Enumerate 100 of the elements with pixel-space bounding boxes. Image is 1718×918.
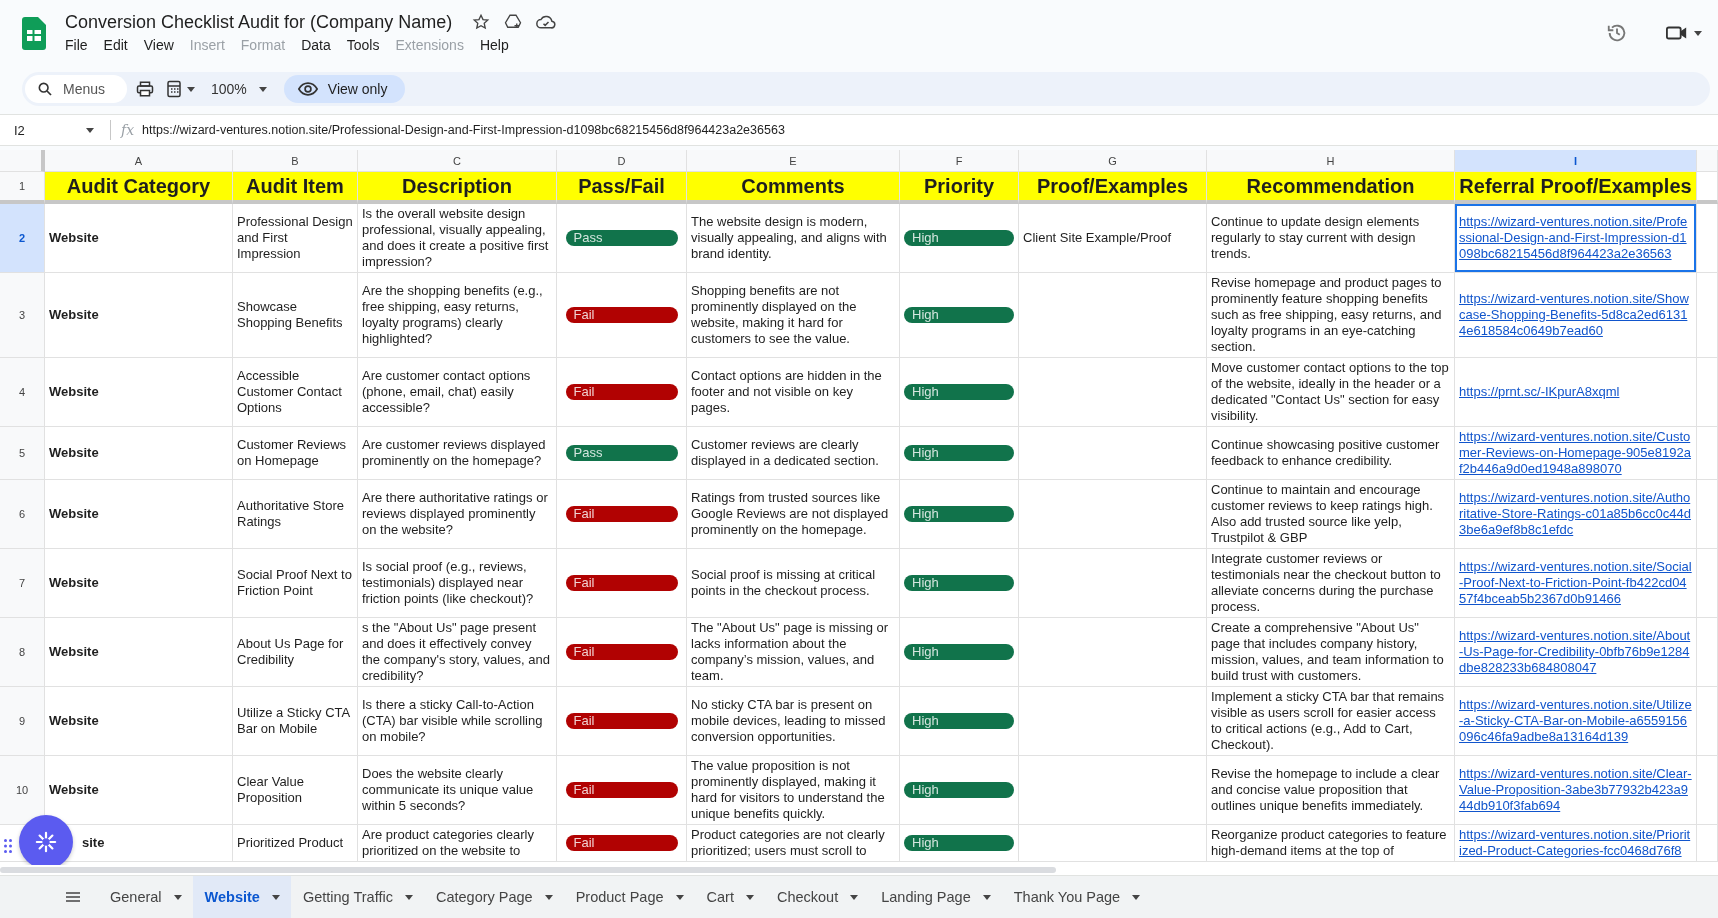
star-icon[interactable] [472, 13, 491, 31]
status-chip[interactable]: High [904, 575, 1014, 591]
status-chip[interactable]: High [904, 384, 1014, 400]
row-header[interactable]: 9 [0, 687, 45, 756]
zoom-dropdown[interactable]: 100% [208, 77, 270, 101]
column-title: Audit Category [45, 172, 233, 204]
column-header[interactable]: B [233, 150, 358, 172]
column-header[interactable]: F [900, 150, 1019, 172]
sheet-tab[interactable]: Cart [694, 876, 765, 918]
link[interactable]: https://prnt.sc/-IKpurA8xqml [1459, 384, 1620, 400]
row-header[interactable]: 1 [0, 172, 45, 204]
menu-item[interactable]: Data [301, 34, 338, 55]
table-cell-text: Customer reviews are clearly displayed in a dedicated section. [691, 437, 880, 469]
link-cell[interactable]: https://wizard-ventures.notion.site/Showcase-Shopping-Benefits-5d8ca2ed61314e618584c0649b7ead60 [1455, 273, 1697, 358]
status-chip[interactable]: Fail [565, 782, 678, 798]
menu-item[interactable]: Edit [103, 34, 135, 55]
cloud-done-icon[interactable] [536, 13, 557, 31]
table-cell-text: The "About Us" page is missing or lacks information about the company’s mission, values, and team. [691, 620, 890, 684]
link[interactable]: https://wizard-ventures.notion.site/Clear-Value-Proposition-3abe3b77932b423a944db910f3fab694 [1459, 766, 1692, 814]
status-chip[interactable]: High [904, 506, 1014, 522]
table-cell-text: s the "About Us" page present and does it effectively convey the company's story, values, and credibility? [362, 620, 551, 684]
sheet-tab[interactable]: Landing Page [869, 876, 1002, 918]
table-cell-text: Reorganize product categories to feature high-demand items at the top of [1211, 827, 1448, 859]
status-chip[interactable]: High [904, 713, 1014, 729]
table-cell: Website [49, 644, 99, 660]
status-chip[interactable]: High [904, 782, 1014, 798]
menu-item[interactable]: Help [479, 34, 516, 55]
row-header[interactable]: 7 [0, 549, 45, 618]
view-only-button[interactable]: View only [283, 75, 406, 103]
table-cell-text: Create a comprehensive "About Us" page that includes company history, mission, values, and team information to build trust with customers. [1211, 620, 1445, 684]
sheet-tab[interactable]: Website [192, 876, 291, 918]
link-cell[interactable]: https://wizard-ventures.notion.site/Utilize-a-Sticky-CTA-Bar-on-Mobile-a6559156096c46fa9adbe8a13164d139 [1455, 687, 1697, 756]
table-cell-text: Revise homepage and product pages to prominently feature shopping benefits such as free shipping, easy returns, and loyalty programs in an eye-catching section. [1211, 275, 1443, 355]
drive-add-icon[interactable] [504, 13, 523, 31]
caret-icon [982, 894, 991, 900]
sheet-tab[interactable]: Category Page [423, 876, 564, 918]
row-header[interactable]: 5 [0, 427, 45, 480]
status-chip[interactable]: Fail [565, 644, 678, 660]
row-header[interactable]: 6 [0, 480, 45, 549]
row-header[interactable]: 2 [0, 204, 45, 273]
link-cell[interactable]: https://wizard-ventures.notion.site/About-Us-Page-for-Credibility-0bfb76b9e1284dbe828233b684808047 [1455, 618, 1697, 687]
status-chip[interactable]: Fail [565, 384, 678, 400]
link-cell[interactable]: https://wizard-ventures.notion.site/Clear-Value-Proposition-3abe3b77932b423a944db910f3fab694 [1455, 756, 1697, 825]
status-chip[interactable]: Fail [565, 575, 678, 591]
sheet-tab[interactable]: General [98, 876, 193, 918]
sheet-tab[interactable]: Getting Traffic [290, 876, 424, 918]
table-cell-text: Are the shopping benefits (e.g., free shipping, easy returns, loyalty programs) clearly highlighted? [362, 283, 544, 347]
assistant-button[interactable] [19, 815, 73, 865]
status-chip[interactable]: High [904, 835, 1014, 851]
column-header[interactable]: D [557, 150, 687, 172]
link[interactable]: https://wizard-ventures.notion.site/Social-Proof-Next-to-Friction-Point-fb422cd0457f4bceab5b2367d0b91466 [1459, 559, 1692, 607]
table-cell-text: Ratings from trusted sources like Google Reviews are not displayed prominently on the homepage. [691, 490, 890, 538]
document-title: Conversion Checklist Audit for (Company Name) [65, 11, 453, 33]
row-header[interactable]: 10 [0, 756, 45, 825]
link-cell[interactable]: https://wizard-ventures.notion.site/Professional-Design-and-First-Impression-d1098bc68215456d8f964423a2e36563 [1455, 204, 1697, 273]
row-header[interactable]: 4 [0, 358, 45, 427]
status-chip[interactable]: Fail [565, 713, 678, 729]
name-box[interactable]: I2 [0, 122, 104, 138]
link[interactable]: https://wizard-ventures.notion.site/About-Us-Page-for-Credibility-0bfb76b9e1284dbe828233b684808047 [1459, 628, 1692, 676]
status-chip[interactable]: High [904, 230, 1014, 246]
column-header[interactable]: A [45, 150, 233, 172]
sheet-tab[interactable]: Checkout [764, 876, 870, 918]
sheet-tab[interactable]: Thank You Page [1001, 876, 1152, 918]
column-header[interactable]: C [358, 150, 557, 172]
menu-item[interactable]: File [65, 34, 95, 55]
column-title: Comments [687, 172, 900, 204]
status-chip[interactable]: Pass [565, 445, 678, 461]
link[interactable]: https://wizard-ventures.notion.site/Showcase-Shopping-Benefits-5d8ca2ed61314e618584c0649b7ead60 [1459, 291, 1692, 339]
link[interactable]: https://wizard-ventures.notion.site/Professional-Design-and-First-Impression-d1098bc68215456d8f964423a2e36563 [1459, 214, 1692, 262]
column-title: Priority [900, 172, 1019, 204]
row-header[interactable]: 3 [0, 273, 45, 358]
menu-item[interactable]: Tools [346, 34, 387, 55]
status-chip[interactable]: High [904, 307, 1014, 323]
column-header[interactable]: E [687, 150, 900, 172]
column-title: Description [358, 172, 557, 204]
link[interactable]: https://wizard-ventures.notion.site/Authoritative-Store-Ratings-c01a85b6cc0c44d3be6a9ef8b8c1efdc [1459, 490, 1692, 538]
status-chip[interactable]: High [904, 644, 1014, 660]
column-header[interactable]: H [1207, 150, 1455, 172]
column-title: Recommendation [1207, 172, 1455, 204]
table-cell: site [82, 835, 105, 851]
search-field[interactable]: Menus [25, 75, 127, 103]
status-chip[interactable]: Pass [565, 230, 678, 246]
column-title: Referral Proof/Examples [1455, 172, 1697, 204]
menu-item[interactable]: View [143, 34, 181, 55]
status-chip[interactable]: Fail [565, 307, 678, 323]
status-chip[interactable]: Fail [565, 835, 678, 851]
scrollbar-thumb[interactable] [0, 867, 1056, 873]
link-cell[interactable]: https://wizard-ventures.notion.site/Authoritative-Store-Ratings-c01a85b6cc0c44d3be6a9ef8b8c1efdc [1455, 480, 1697, 549]
table-cell-text: Social proof is missing at critical points in the checkout process. [691, 567, 877, 599]
sheet-tab[interactable]: Product Page [563, 876, 695, 918]
history-icon[interactable] [1606, 22, 1628, 44]
link-cell[interactable]: https://wizard-ventures.notion.site/Social-Proof-Next-to-Friction-Point-fb422cd0457f4bceab5b2367d0b91466 [1455, 549, 1697, 618]
status-chip[interactable]: Fail [565, 506, 678, 522]
column-header[interactable]: G [1019, 150, 1207, 172]
row-header[interactable]: 8 [0, 618, 45, 687]
caret-icon [86, 127, 94, 133]
link[interactable]: https://wizard-ventures.notion.site/Utilize-a-Sticky-CTA-Bar-on-Mobile-a6559156096c46fa9adbe8a13164d139 [1459, 697, 1692, 745]
column-header[interactable]: I [1455, 150, 1697, 172]
status-chip[interactable]: High [904, 445, 1014, 461]
link-cell[interactable]: https://prnt.sc/-IKpurA8xqml [1455, 358, 1697, 427]
